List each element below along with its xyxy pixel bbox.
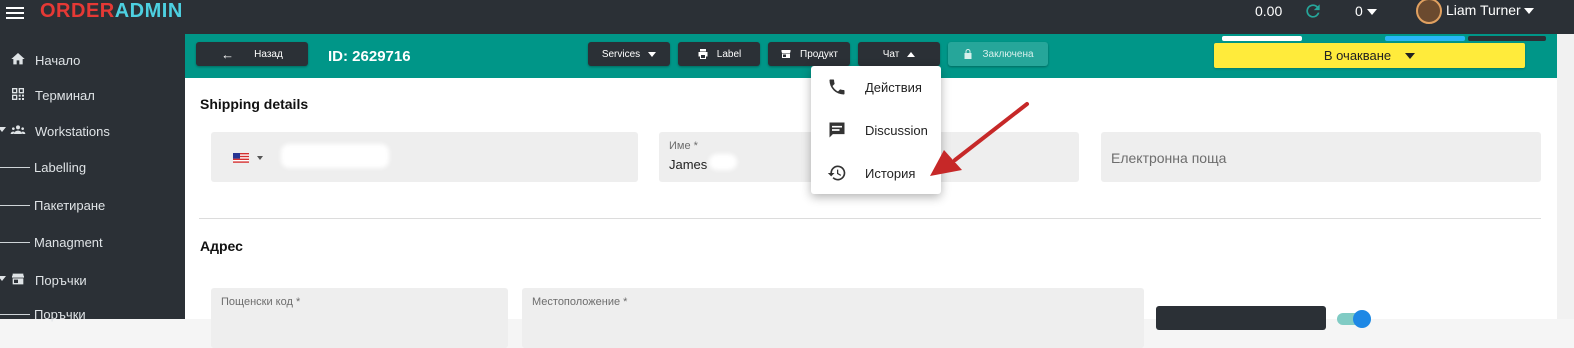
- phone-icon: [829, 79, 845, 95]
- sidebar-item-management[interactable]: Managment: [0, 226, 185, 256]
- location-field[interactable]: Местоположение *: [522, 288, 1144, 348]
- product-button-label: Продукт: [800, 48, 838, 60]
- postal-code-field[interactable]: Пощенски код *: [211, 288, 508, 348]
- us-flag-icon: [233, 153, 249, 163]
- menu-item-label: Действия: [865, 80, 922, 95]
- locked-button[interactable]: Заключена: [948, 42, 1048, 66]
- sidebar-item-home[interactable]: Начало: [0, 44, 185, 74]
- chevron-down-icon: [1366, 9, 1377, 16]
- home-icon: [11, 53, 25, 65]
- chat-button[interactable]: Чат: [858, 42, 940, 66]
- email-field-placeholder: Електронна поща: [1111, 150, 1227, 166]
- chevron-up-icon: [907, 51, 916, 57]
- people-icon: [10, 125, 26, 134]
- tree-line: [0, 167, 30, 168]
- chat-dropdown-menu: Действия Discussion История: [811, 66, 941, 194]
- back-button[interactable]: ← Назад: [196, 42, 308, 66]
- chevron-down-icon[interactable]: [1524, 8, 1534, 14]
- services-button[interactable]: Services: [588, 42, 670, 66]
- back-button-label: Назад: [254, 48, 283, 60]
- avatar[interactable]: [1416, 0, 1442, 24]
- phone-field[interactable]: [211, 132, 638, 182]
- tab-indicator: [1385, 36, 1465, 41]
- sidebar-item-terminal[interactable]: Терминал: [0, 79, 185, 109]
- menu-item-actions[interactable]: Действия: [811, 66, 941, 108]
- product-button[interactable]: Продукт: [768, 42, 850, 66]
- sidebar-item-labelling[interactable]: Labelling: [0, 151, 185, 181]
- sidebar-item-label: Labelling: [34, 160, 87, 175]
- chevron-down-icon: [648, 51, 657, 57]
- printer-icon: [698, 49, 708, 59]
- arrow-left-icon: ←: [221, 46, 235, 62]
- tree-line: [0, 314, 30, 315]
- sidebar-item-label: Пакетиране: [34, 198, 106, 213]
- sidebar-item-label: Поръчки: [34, 307, 86, 322]
- email-field[interactable]: Електронна поща: [1101, 132, 1541, 182]
- section-title-shipping: Shipping details: [200, 96, 309, 112]
- label-button[interactable]: Label: [678, 42, 760, 66]
- menu-icon[interactable]: [6, 4, 24, 20]
- menu-item-history[interactable]: История: [811, 152, 941, 194]
- redacted-value: [709, 154, 737, 170]
- address-toggle[interactable]: [1337, 310, 1371, 328]
- menu-item-discussion[interactable]: Discussion: [811, 109, 941, 151]
- lock-icon: [964, 49, 972, 59]
- toggle-knob: [1353, 310, 1371, 328]
- menu-item-label: Discussion: [865, 123, 928, 138]
- chat-button-label: Чат: [882, 48, 900, 60]
- section-title-address: Адрес: [200, 238, 243, 254]
- refresh-icon[interactable]: [1303, 1, 1323, 21]
- brand-logo-part1: ORDER: [40, 0, 115, 22]
- chevron-down-icon: [1405, 52, 1416, 59]
- address-action-button[interactable]: [1156, 306, 1326, 330]
- sidebar-item-label: Терминал: [35, 88, 95, 103]
- brand-logo[interactable]: ORDERADMIN: [40, 0, 183, 23]
- locked-button-label: Заключена: [982, 48, 1034, 60]
- sidebar-item-packing[interactable]: Пакетиране: [0, 189, 185, 219]
- sidebar-item-orders-sub[interactable]: Поръчки: [0, 298, 185, 328]
- services-button-label: Services: [601, 48, 641, 60]
- postal-code-label: Пощенски код *: [221, 296, 301, 308]
- redacted-value: [281, 144, 389, 168]
- user-name[interactable]: Liam Turner: [1446, 2, 1521, 18]
- chevron-down-icon: [0, 127, 6, 132]
- brand-logo-part2: ADMIN: [114, 0, 183, 22]
- notifications-count[interactable]: 0: [1355, 3, 1377, 19]
- store-icon: [12, 273, 24, 285]
- name-field-label: Име *: [669, 140, 698, 152]
- tab-indicator: [1468, 36, 1546, 41]
- tree-line: [0, 242, 30, 243]
- sidebar-item-label: Начало: [35, 53, 81, 68]
- chevron-down-icon[interactable]: [257, 156, 263, 160]
- sidebar-item-orders[interactable]: Поръчки: [0, 264, 185, 294]
- menu-item-label: История: [865, 166, 916, 181]
- tab-indicator: [1222, 36, 1302, 41]
- name-field-value: James: [669, 157, 708, 172]
- order-status-select[interactable]: В очакване: [1214, 43, 1525, 68]
- order-id: ID: 2629716: [328, 48, 411, 65]
- top-navbar: ORDERADMIN 0.00 0 Liam Turner: [0, 0, 1574, 34]
- notifications-count-value: 0: [1355, 3, 1363, 19]
- sidebar-item-workstations[interactable]: Workstations: [0, 115, 185, 145]
- sidebar-item-label: Managment: [34, 235, 103, 250]
- chevron-down-icon: [0, 276, 6, 281]
- store-icon: [781, 50, 791, 58]
- location-label: Местоположение *: [532, 296, 628, 308]
- order-status-value: В очакване: [1323, 48, 1392, 63]
- sidebar-item-label: Workstations: [35, 124, 110, 139]
- section-divider: [199, 218, 1541, 219]
- history-icon: [827, 165, 846, 181]
- tree-line: [0, 205, 30, 206]
- label-button-label: Label: [716, 48, 742, 60]
- sidebar-item-label: Поръчки: [35, 273, 87, 288]
- qr-code-icon: [12, 88, 24, 100]
- comment-icon: [829, 122, 845, 138]
- balance-amount: 0.00: [1255, 3, 1283, 19]
- sidebar: Начало Терминал Workstations Labelling П…: [0, 34, 185, 322]
- scrollbar[interactable]: [1557, 34, 1574, 319]
